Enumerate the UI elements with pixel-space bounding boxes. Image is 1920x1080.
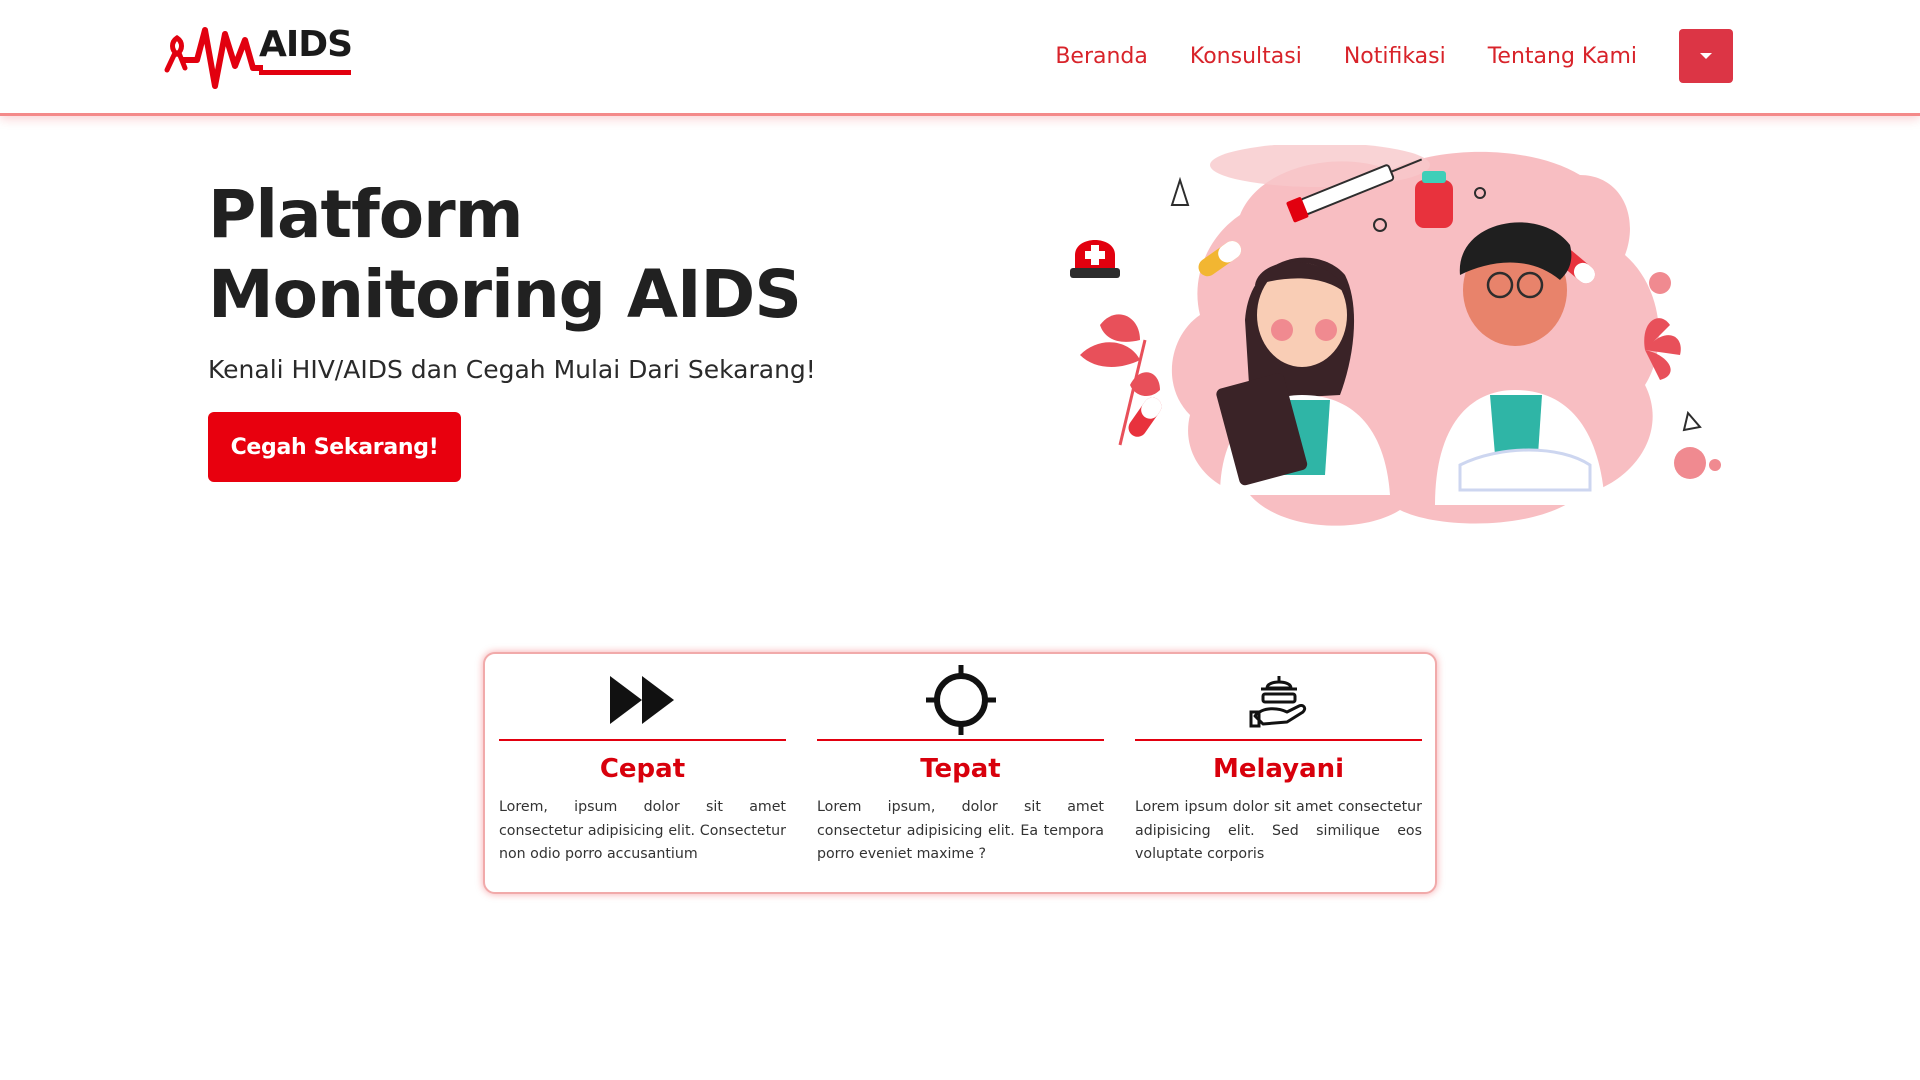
feature-description: Lorem ipsum dolor sit amet consectetur a… [1135,799,1422,862]
logo-text: AIDS [259,24,353,65]
logo-underline [259,70,351,75]
doctors-illustration [1060,143,1740,530]
nav-link-konsultasi[interactable]: Konsultasi [1190,44,1302,69]
caret-down-icon [1700,53,1712,59]
hero-title-line2: Monitoring AIDS [208,256,802,333]
nav-link-tentang-kami[interactable]: Tentang Kami [1488,44,1637,69]
hero-title: Platform Monitoring AIDS [208,175,908,335]
service-hand-icon [1135,668,1422,732]
nav-link-beranda[interactable]: Beranda [1055,44,1148,69]
features-card: Cepat Lorem, ipsum dolor sit amet consec… [483,652,1437,894]
ribbon-pulse-icon [164,27,263,89]
feature-divider [1135,739,1422,741]
crosshair-icon [817,665,1104,735]
nav-dropdown-button[interactable] [1679,29,1733,83]
feature-title: Tepat [920,754,1001,784]
cegah-sekarang-button[interactable]: Cegah Sekarang! [208,412,461,482]
nav-links: Beranda Konsultasi Notifikasi Tentang Ka… [1055,29,1733,83]
feature-melayani: Melayani Lorem ipsum dolor sit amet cons… [1135,654,1422,894]
feature-title: Cepat [599,754,686,784]
feature-title: Melayani [1212,754,1345,784]
feature-divider [499,739,786,741]
feature-tepat: Tepat Lorem ipsum, dolor sit amet consec… [817,654,1104,894]
doctors-illustration-graphic [1070,143,1721,526]
navbar: AIDS Beranda Konsultasi Notifikasi Tenta… [0,0,1920,113]
feature-description: Lorem, ipsum dolor sit amet consectetur … [499,799,786,862]
hero-title-line1: Platform [208,176,523,253]
feature-divider [817,739,1104,741]
feature-cepat: Cepat Lorem, ipsum dolor sit amet consec… [499,654,786,894]
hero-subtitle: Kenali HIV/AIDS dan Cegah Mulai Dari Sek… [208,355,816,384]
fast-forward-icon [499,668,786,732]
feature-description: Lorem ipsum, dolor sit amet consectetur … [817,799,1104,862]
brand-logo[interactable]: AIDS [163,20,353,92]
nav-link-notifikasi[interactable]: Notifikasi [1344,44,1446,69]
